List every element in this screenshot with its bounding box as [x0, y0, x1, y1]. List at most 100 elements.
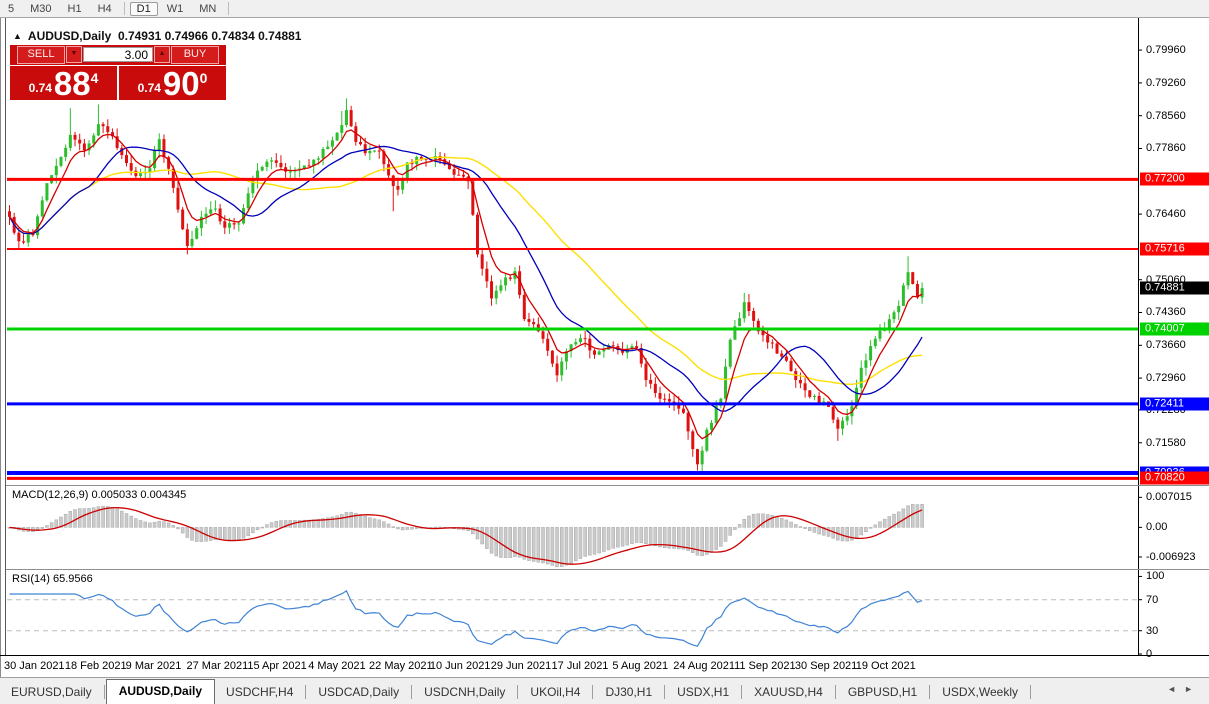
chart-tab-usdchf-h4[interactable]: USDCHF,H4 — [215, 681, 304, 704]
chart-tab-gbpusd-h1[interactable]: GBPUSD,H1 — [837, 681, 928, 704]
buy-price-prefix: 0.74 — [137, 81, 161, 95]
price-axis-tick: 0.71580 — [1146, 436, 1186, 449]
trade-panel-prices: 0.74 88 4 0.74 90 0 — [10, 65, 226, 101]
date-axis-label: 24 Aug 2021 — [673, 660, 736, 672]
date-axis-label: 4 May 2021 — [308, 660, 366, 672]
tab-separator — [103, 685, 105, 699]
macd-axis-tick: 0.007015 — [1146, 491, 1192, 504]
one-click-trade-panel: SELL ▼ 3.00 ▲ BUY 0.74 88 4 0.74 90 0 — [10, 45, 226, 101]
date-axis-label: 9 Mar 2021 — [125, 660, 182, 672]
price-level-badge: 0.77200 — [1140, 172, 1209, 186]
date-axis-label: 5 Aug 2021 — [612, 660, 669, 672]
chart-tab-ukoil-h4[interactable]: UKOil,H4 — [519, 681, 591, 704]
price-axis-tick: 0.79260 — [1146, 76, 1186, 89]
price-axis-tick: 0.74360 — [1146, 306, 1186, 319]
chart-canvas[interactable] — [0, 0, 1209, 703]
toolbar-separator — [228, 2, 230, 15]
price-level-badge: 0.75716 — [1140, 242, 1209, 256]
trading-terminal: { "toolbar": { "items": [ {"label": "5",… — [0, 0, 1209, 704]
candlesticks — [8, 98, 924, 472]
tab-separator — [517, 685, 519, 699]
date-axis-label: 30 Sep 2021 — [794, 660, 858, 672]
rsi-axis-tick: 30 — [1146, 624, 1159, 637]
macd-axis-tick: 0.00 — [1146, 521, 1168, 534]
chart-tab-usdx-weekly[interactable]: USDX,Weekly — [931, 681, 1029, 704]
price-level-badge: 0.70820 — [1140, 471, 1209, 485]
chart-tab-dj30-h1[interactable]: DJ30,H1 — [594, 681, 663, 704]
tab-separator — [305, 685, 307, 699]
timeframe-button-5[interactable]: 5 — [1, 2, 21, 16]
chart-tab-usdcad-daily[interactable]: USDCAD,Daily — [307, 681, 410, 704]
buy-price-big: 90 — [162, 65, 200, 102]
volume-input[interactable]: 3.00 — [83, 47, 153, 62]
timeframe-button-mn[interactable]: MN — [192, 2, 223, 16]
price-axis-tick: 0.78560 — [1146, 109, 1186, 122]
sell-price-prefix: 0.74 — [28, 81, 52, 95]
date-axis-label: 11 Sep 2021 — [734, 660, 796, 672]
timeframe-button-w1[interactable]: W1 — [160, 2, 191, 16]
tab-scroll-left-icon[interactable]: ◄ — [1167, 684, 1184, 694]
chart-tab-eurusd-daily[interactable]: EURUSD,Daily — [0, 681, 103, 704]
date-axis-label: 22 May 2021 — [369, 660, 433, 672]
timeframe-toolbar: 5 M30 H1 H4 D1 W1 MN — [0, 0, 1209, 18]
chart-tab-bar: EURUSD,Daily AUDUSD,Daily USDCHF,H4 USDCAD,… — [0, 677, 1209, 704]
ohlc-values: 0.74931 0.74966 0.74834 0.74881 — [117, 29, 302, 43]
date-axis-label: 10 Jun 2021 — [429, 660, 491, 672]
tab-separator — [592, 685, 594, 699]
tab-scroll-arrows[interactable]: ◄► — [1167, 684, 1201, 694]
rsi-panel-layer — [7, 590, 1138, 647]
sell-price-big: 88 — [53, 65, 91, 102]
tab-separator — [834, 685, 836, 699]
sell-price[interactable]: 0.74 88 4 — [10, 66, 117, 101]
volume-down-button[interactable]: ▼ — [66, 46, 82, 63]
tab-separator — [929, 685, 931, 699]
date-axis-label: 27 Mar 2021 — [186, 660, 249, 672]
price-axis-tick: 0.77860 — [1146, 142, 1186, 155]
timeframe-button-m30[interactable]: M30 — [23, 2, 58, 16]
sell-button[interactable]: SELL — [17, 45, 65, 64]
main-chart-layer — [8, 98, 924, 472]
sell-price-sup: 4 — [90, 70, 99, 86]
buy-price[interactable]: 0.74 90 0 — [119, 66, 226, 101]
date-axis-label: 15 Apr 2021 — [247, 660, 307, 672]
timeframe-button-d1[interactable]: D1 — [129, 1, 158, 16]
chart-tab-usdx-h1[interactable]: USDX,H1 — [666, 681, 740, 704]
chart-tab-usdcnh-daily[interactable]: USDCNH,Daily — [413, 681, 516, 704]
date-axis-label: 19 Oct 2021 — [855, 660, 916, 672]
symbol-marker-icon: ▲ — [13, 31, 22, 41]
toolbar-separator — [123, 2, 125, 15]
rsi-label: RSI(14) 65.9566 — [12, 573, 93, 585]
price-axis-tick: 0.79960 — [1146, 44, 1186, 57]
buy-button[interactable]: BUY — [171, 45, 219, 64]
price-axis-tick: 0.73660 — [1146, 339, 1186, 352]
date-axis-label: 17 Jul 2021 — [551, 660, 609, 672]
buy-price-sup: 0 — [199, 70, 208, 86]
price-level-badge: 0.72411 — [1140, 397, 1209, 411]
macd-label: MACD(12,26,9) 0.005033 0.004345 — [12, 489, 187, 501]
tab-separator — [1029, 685, 1031, 699]
chart-title: ▲ AUDUSD,Daily 0.74931 0.74966 0.74834 0.… — [13, 29, 301, 43]
macd-axis-tick: -0.006923 — [1146, 550, 1196, 563]
price-level-badge: 0.74007 — [1140, 322, 1209, 336]
symbol-label: AUDUSD,Daily — [27, 29, 112, 43]
date-axis-label: 18 Feb 2021 — [64, 660, 127, 672]
trade-panel-controls: SELL ▼ 3.00 ▲ BUY — [10, 45, 226, 64]
volume-up-button[interactable]: ▲ — [154, 46, 170, 63]
date-axis-label: 30 Jan 2021 — [4, 660, 65, 672]
timeframe-button-h1[interactable]: H1 — [61, 2, 89, 16]
rsi-axis-tick: 70 — [1146, 593, 1159, 606]
chart-tab-xauusd-h4[interactable]: XAUUSD,H4 — [743, 681, 834, 704]
rsi-axis-tick: 100 — [1146, 570, 1165, 583]
rsi-axis-tick: 0 — [1146, 648, 1153, 660]
current-price-badge: 0.74881 — [1140, 281, 1209, 295]
date-axis-label: 29 Jun 2021 — [490, 660, 552, 672]
tab-separator — [741, 685, 743, 699]
macd-panel-layer — [7, 504, 924, 568]
tab-separator — [411, 685, 413, 699]
chart-tab-audusd-daily[interactable]: AUDUSD,Daily — [105, 679, 216, 704]
price-axis-tick: 0.72960 — [1146, 372, 1186, 385]
price-axis-tick: 0.76460 — [1146, 208, 1186, 221]
timeframe-button-h4[interactable]: H4 — [91, 2, 119, 16]
tab-scroll-right-icon[interactable]: ► — [1184, 684, 1201, 694]
tab-separator — [664, 685, 666, 699]
